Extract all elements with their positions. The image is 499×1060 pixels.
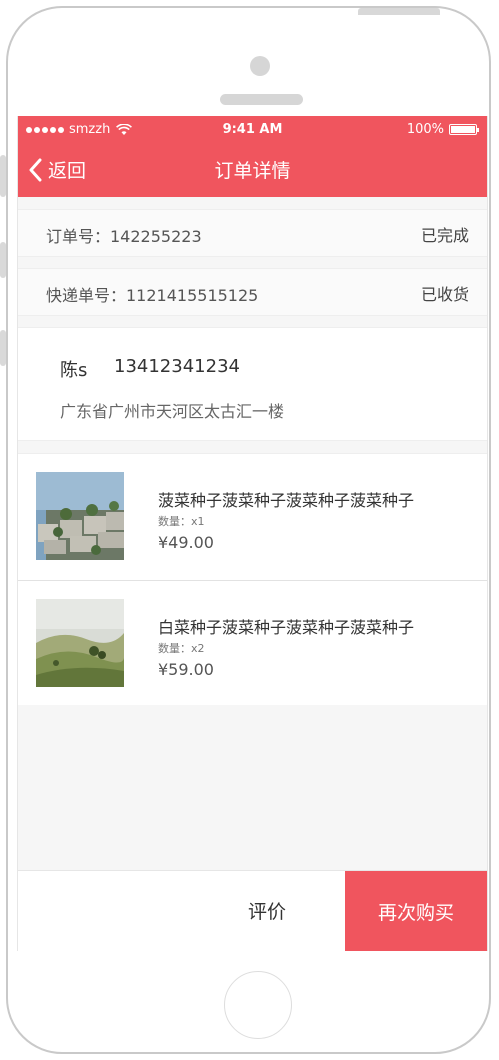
product-quantity: 数量：x1 — [158, 515, 205, 528]
app-screen: smzzh 9:41 AM 100% 返回 订单详情 订单号：142255223… — [17, 116, 488, 951]
status-bar: smzzh 9:41 AM 100% — [18, 120, 487, 140]
product-quantity: 数量：x2 — [158, 642, 205, 655]
product-name: 菠菜种子菠菜种子菠菜种子菠菜种子 — [158, 491, 415, 510]
back-label: 返回 — [48, 160, 87, 182]
product-list: 菠菜种子菠菜种子菠菜种子菠菜种子 数量：x1 ¥49.00 白菜种子菠菜种子菠菜… — [18, 453, 487, 705]
recipient-phone: 13412341234 — [114, 356, 240, 377]
page-title: 订单详情 — [214, 160, 291, 182]
tracking-row[interactable]: 快递单号：1121415515125 已收货 — [18, 268, 487, 316]
shipping-status: 已收货 — [420, 285, 469, 304]
battery-icon — [449, 124, 479, 135]
chevron-left-icon — [29, 158, 42, 181]
earpiece-speaker — [220, 94, 303, 105]
product-image — [36, 472, 124, 560]
rebuy-button[interactable]: 再次购买 — [345, 871, 487, 951]
app-header: smzzh 9:41 AM 100% 返回 订单详情 — [18, 116, 487, 197]
back-button[interactable]: 返回 — [28, 156, 86, 183]
address-card: 陈s 13412341234 广东省广州市天河区太古汇一楼 — [18, 327, 487, 441]
home-button[interactable] — [224, 971, 292, 1039]
volume-up-button — [0, 242, 6, 278]
product-price: ¥59.00 — [158, 660, 214, 679]
recipient-address: 广东省广州市天河区太古汇一楼 — [60, 402, 285, 421]
product-price: ¥49.00 — [158, 533, 214, 552]
bottom-action-bar: 评价 再次购买 — [18, 870, 487, 951]
order-number-row: 订单号：142255223 已完成 — [18, 209, 487, 257]
product-item[interactable]: 白菜种子菠菜种子菠菜种子菠菜种子 数量：x2 ¥59.00 — [18, 580, 487, 707]
nav-bar: 返回 订单详情 — [18, 146, 487, 192]
recipient-name: 陈s — [60, 360, 88, 381]
product-name: 白菜种子菠菜种子菠菜种子菠菜种子 — [158, 618, 415, 637]
power-button — [358, 8, 440, 15]
tracking-number: 快递单号：1121415515125 — [46, 286, 259, 305]
order-number: 订单号：142255223 — [46, 227, 202, 246]
order-status: 已完成 — [420, 226, 469, 245]
volume-down-button — [0, 330, 6, 366]
battery-percent: 100% — [406, 122, 444, 137]
mute-switch — [0, 155, 6, 197]
product-image — [36, 599, 124, 687]
front-camera — [250, 56, 270, 76]
product-item[interactable]: 菠菜种子菠菜种子菠菜种子菠菜种子 数量：x1 ¥49.00 — [18, 454, 487, 580]
review-button[interactable]: 评价 — [248, 897, 286, 924]
